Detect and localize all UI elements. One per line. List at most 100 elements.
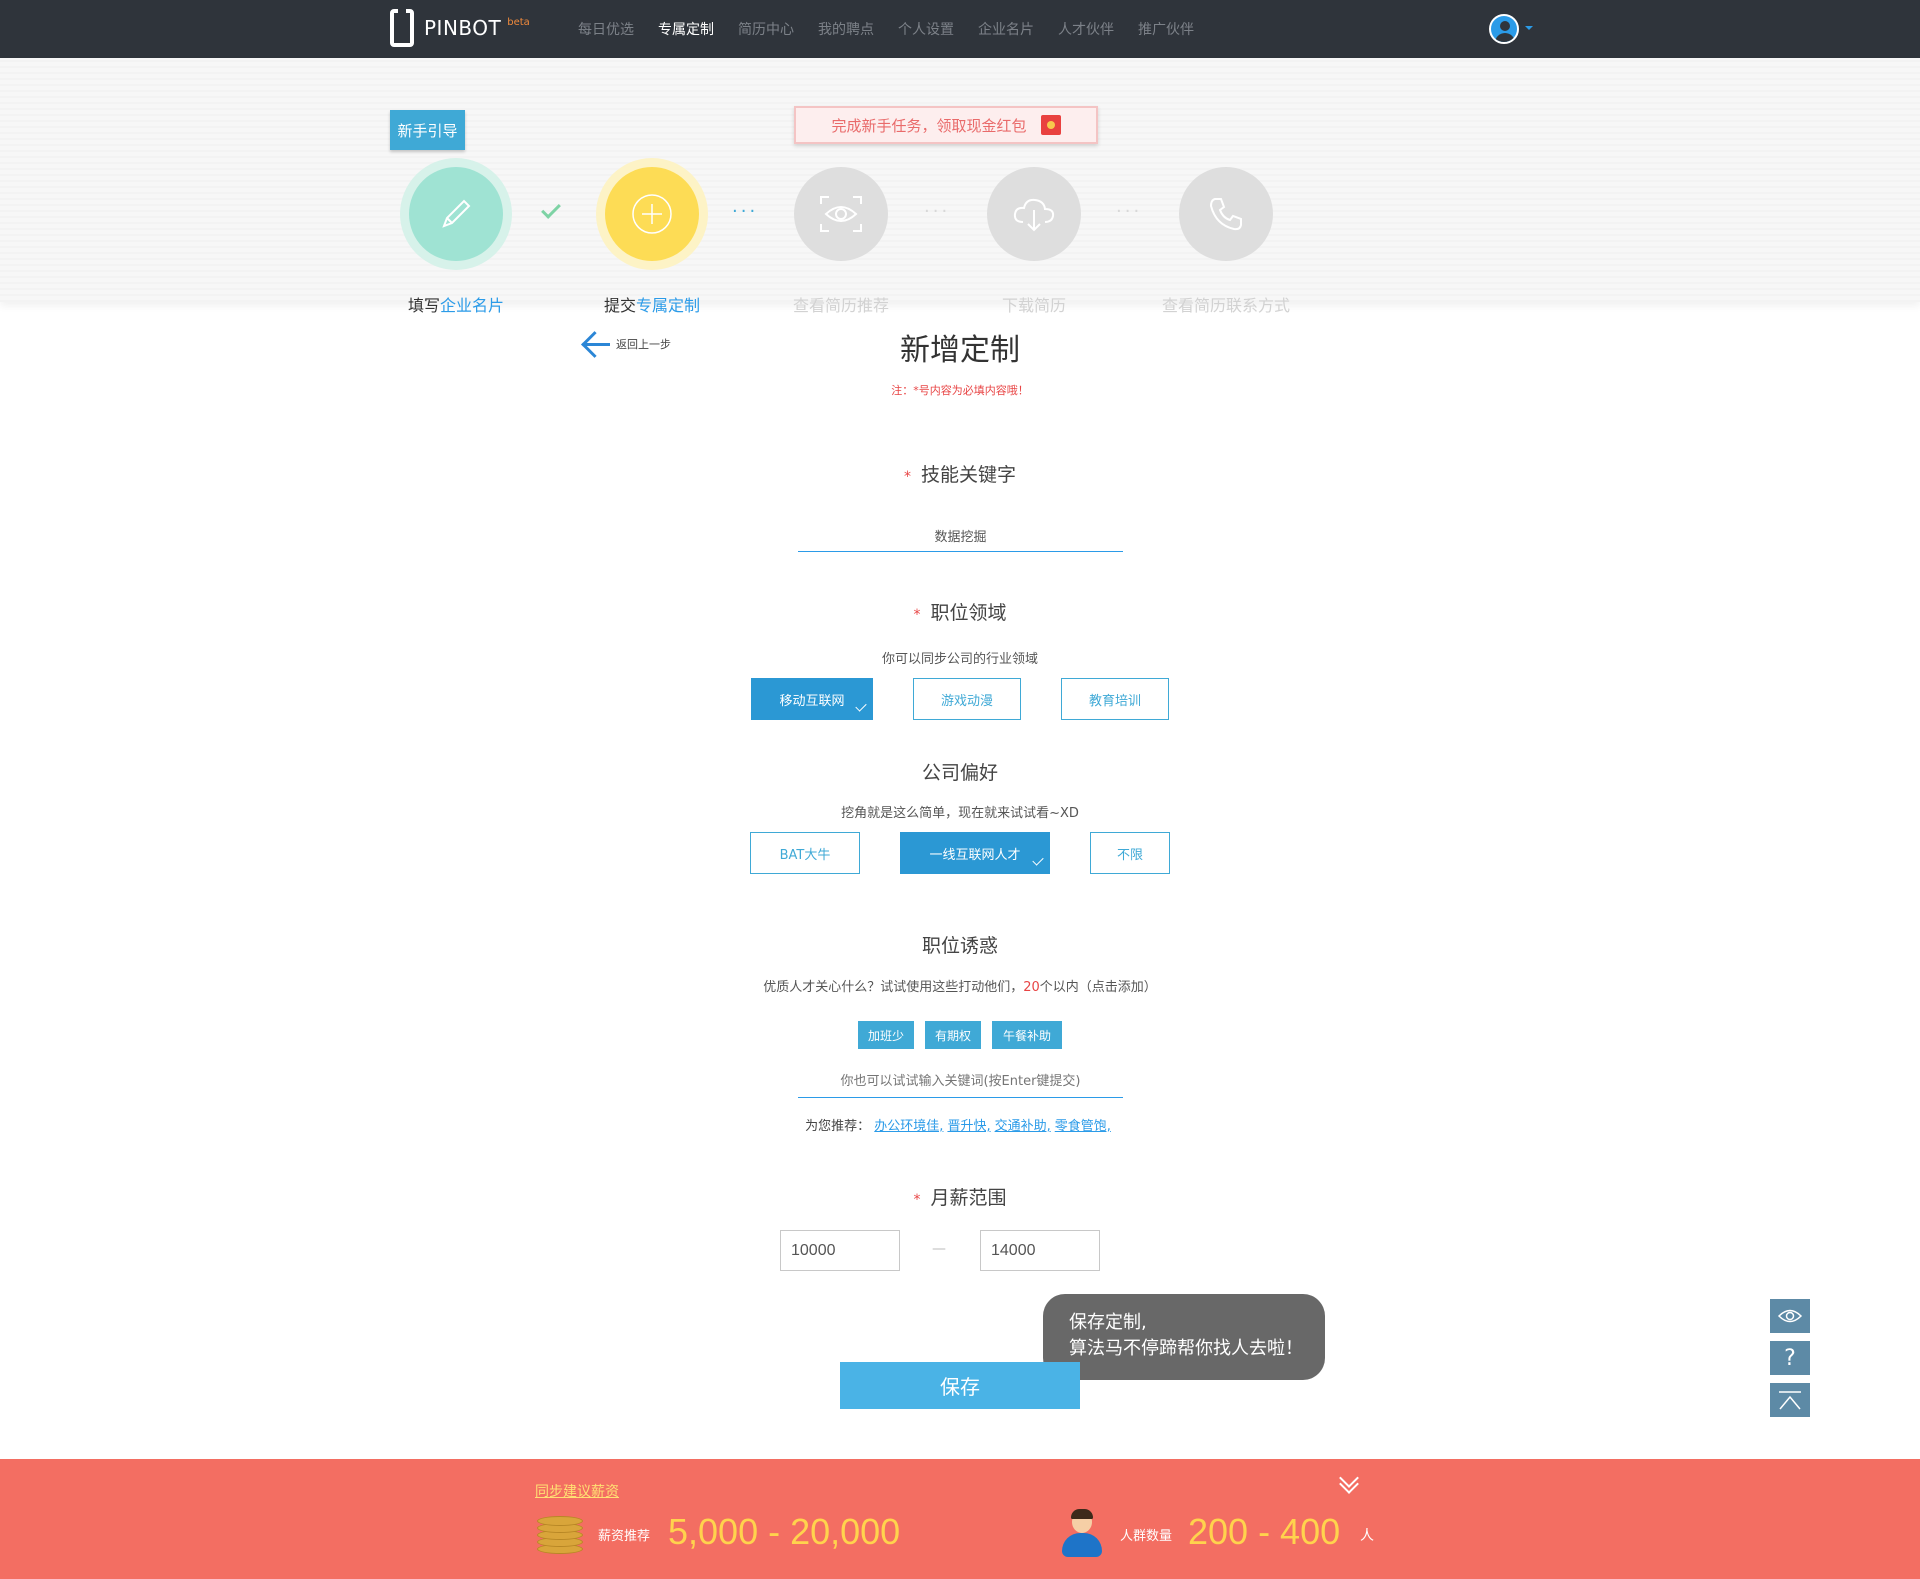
guide-step-download[interactable]: 下载简历 — [934, 158, 1134, 316]
recommend-link[interactable]: 晋升快, — [947, 1119, 990, 1134]
company-option-bat[interactable]: BAT大牛 — [750, 832, 860, 874]
onboarding-guide: 新手引导 完成新手任务，领取现金红包 填写企业名片 提交专属定制 ··· 查看简… — [0, 58, 1920, 315]
perks-hint: 优质人才关心什么？试试使用这些打动他们，20个以内（点击添加） — [0, 976, 1920, 995]
section-title-company: 公司偏好 — [921, 762, 998, 784]
required-asterisk: * — [913, 607, 921, 623]
field-hint: 你可以同步公司的行业领域 — [881, 652, 1038, 667]
nav-item-custom[interactable]: 专属定制 — [658, 19, 714, 39]
step-label-plain: 填写 — [407, 296, 440, 315]
nav-item-points[interactable]: 我的聘点 — [818, 19, 874, 39]
bubble-line: 保存定制, — [1069, 1312, 1147, 1333]
salary-label: 薪资推荐 — [598, 1529, 651, 1544]
recommend-link[interactable]: 零食管饱, — [1055, 1119, 1111, 1134]
option-label: 游戏动漫 — [940, 693, 993, 709]
crowd-unit: 人 — [1360, 1528, 1374, 1544]
recommend-link[interactable]: 交通补助, — [995, 1119, 1051, 1134]
field-option-education[interactable]: 教育培训 — [1061, 678, 1169, 720]
section-title-field: * 职位领域 — [0, 598, 1920, 625]
top-navbar: PINBOT beta 每日优选 专属定制 简历中心 我的聘点 个人设置 企业名… — [0, 0, 1920, 58]
required-note: 注：*号内容为必填内容哦！ — [891, 384, 1029, 397]
step-label-highlight: 企业名片 — [440, 296, 505, 315]
nav-item-settings[interactable]: 个人设置 — [898, 19, 954, 39]
field-option-mobile-internet[interactable]: 移动互联网 — [751, 678, 873, 720]
salary-max-input[interactable] — [980, 1230, 1100, 1271]
crowd-value: 200 - 400 — [1188, 1511, 1341, 1552]
back-to-top-icon[interactable] — [1770, 1383, 1810, 1417]
save-button[interactable]: 保存 — [840, 1362, 1080, 1409]
question-icon[interactable]: ? — [1770, 1341, 1810, 1375]
option-label: BAT大牛 — [779, 847, 831, 863]
brand-name: PINBOT — [424, 16, 502, 40]
field-option-games[interactable]: 游戏动漫 — [913, 678, 1021, 720]
skill-keyword-input[interactable] — [798, 520, 1123, 552]
hint-text: 个以内（点击添加） — [1039, 980, 1157, 995]
person-icon — [1058, 1509, 1106, 1559]
guide-flag: 新手引导 — [390, 110, 465, 150]
nav-item-promo-partner[interactable]: 推广伙伴 — [1138, 19, 1194, 39]
step-label: 查看简历推荐 — [792, 296, 889, 315]
salary-value: 5,000 - 20,000 — [668, 1511, 901, 1552]
eye-icon[interactable] — [1770, 1299, 1810, 1333]
guide-step-view-recommend[interactable]: 查看简历推荐 — [741, 158, 941, 316]
step-ring — [785, 158, 897, 270]
option-label: 移动互联网 — [779, 693, 845, 709]
recommend-link[interactable]: 办公环境佳, — [874, 1119, 943, 1134]
brand-logo[interactable]: PINBOT beta — [390, 9, 530, 47]
nav-item-company-card[interactable]: 企业名片 — [978, 19, 1034, 39]
cloud-download-icon — [987, 167, 1081, 261]
company-option-any[interactable]: 不限 — [1090, 832, 1170, 874]
section-title-text: 技能关键字 — [920, 464, 1016, 486]
chevron-down-icon[interactable] — [1335, 1468, 1363, 1497]
option-label: 一线互联网人才 — [929, 847, 1021, 863]
promo-text: 完成新手任务，领取现金红包 — [831, 116, 1027, 135]
main-nav: 每日优选 专属定制 简历中心 我的聘点 个人设置 企业名片 人才伙伴 推广伙伴 — [578, 0, 1218, 58]
salary-separator: — — [932, 1241, 946, 1257]
eye-scan-icon — [794, 167, 888, 261]
logo-icon — [390, 9, 414, 47]
perk-tag[interactable]: 午餐补助 — [992, 1021, 1062, 1049]
nav-item-resume-center[interactable]: 简历中心 — [738, 19, 794, 39]
step-ring — [1170, 158, 1282, 270]
chevron-down-icon[interactable] — [1525, 26, 1533, 30]
salary-footer: 同步建议薪资 薪资推荐 5,000 - 20,000 人群数量 200 - 40… — [0, 1459, 1920, 1579]
step-label-highlight: 专属定制 — [636, 296, 701, 315]
recommend-label: 为您推荐： — [805, 1119, 871, 1134]
perk-keyword-input[interactable] — [798, 1066, 1123, 1098]
step-ring — [978, 158, 1090, 270]
section-title-text: 职位领域 — [930, 602, 1007, 624]
user-avatar[interactable] — [1489, 14, 1519, 44]
hint-count: 20 — [1023, 980, 1040, 995]
check-icon — [855, 700, 867, 712]
company-hint: 挖角就是这么简单，现在就来试试看~XD — [841, 806, 1079, 821]
coins-icon — [537, 1514, 583, 1556]
required-asterisk: * — [903, 469, 911, 485]
section-title-perks: 职位诱惑 — [921, 935, 998, 957]
red-envelope-icon — [1040, 115, 1061, 135]
salary-min-input[interactable] — [780, 1230, 900, 1271]
nav-item-daily[interactable]: 每日优选 — [578, 19, 634, 39]
brand-beta-badge: beta — [507, 16, 530, 28]
guide-step-company-card[interactable]: 填写企业名片 — [356, 158, 556, 316]
step-label: 查看简历联系方式 — [1161, 296, 1290, 315]
section-title-salary: * 月薪范围 — [0, 1183, 1920, 1210]
step-label: 下载简历 — [1001, 296, 1066, 315]
perk-tag[interactable]: 加班少 — [858, 1021, 914, 1049]
step-label: 提交专属定制 — [552, 292, 752, 316]
company-option-top-internet[interactable]: 一线互联网人才 — [900, 832, 1050, 874]
perk-recommendations: 为您推荐： 办公环境佳, 晋升快, 交通补助, 零食管饱, — [0, 1115, 1920, 1134]
guide-step-custom[interactable]: 提交专属定制 — [552, 158, 752, 316]
option-label: 不限 — [1116, 847, 1143, 863]
step-label: 填写企业名片 — [356, 292, 556, 316]
hint-text: 优质人才关心什么？试试使用这些打动他们， — [763, 980, 1024, 995]
perk-tag[interactable]: 有期权 — [925, 1021, 981, 1049]
guide-step-contact[interactable]: 查看简历联系方式 — [1126, 158, 1326, 316]
sync-salary-link[interactable]: 同步建议薪资 — [535, 1481, 619, 1501]
nav-item-talent-partner[interactable]: 人才伙伴 — [1058, 19, 1114, 39]
crowd-label: 人群数量 — [1120, 1529, 1173, 1544]
pencil-icon — [409, 167, 503, 261]
check-icon — [1032, 854, 1044, 866]
promo-banner[interactable]: 完成新手任务，领取现金红包 — [794, 106, 1098, 144]
section-title-skill: * 技能关键字 — [0, 460, 1920, 487]
step-ring — [596, 158, 708, 270]
section-title-text: 月薪范围 — [930, 1187, 1007, 1209]
